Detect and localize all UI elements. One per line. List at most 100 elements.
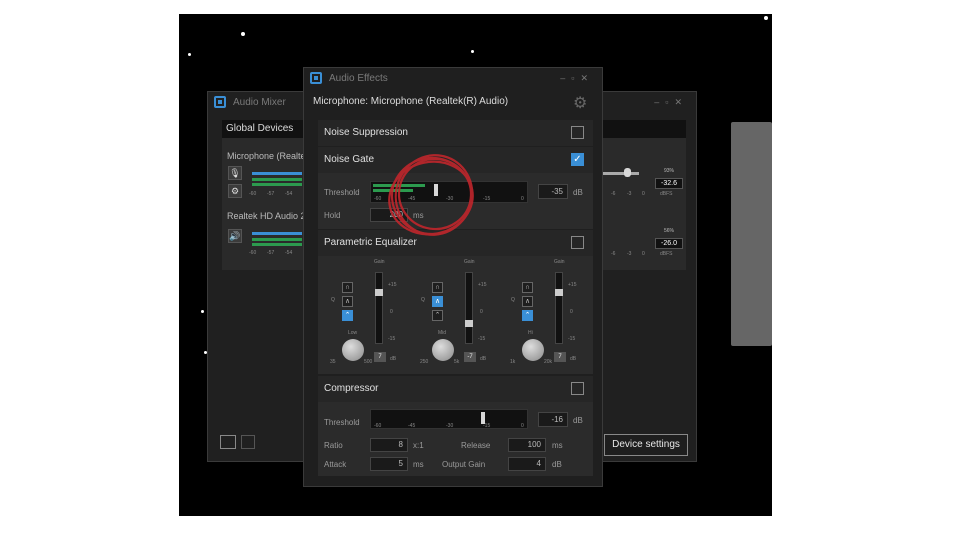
tick-label: -3 xyxy=(627,251,632,257)
list-view-icon[interactable] xyxy=(220,435,236,449)
noise-gate-checkbox[interactable]: ✓ xyxy=(571,153,584,166)
unit-label: dBFS xyxy=(660,191,673,197)
gate-threshold-input[interactable]: -35 xyxy=(538,184,568,199)
star xyxy=(188,53,191,56)
filter-type-icon[interactable]: ∧ xyxy=(432,296,443,307)
gain-slider[interactable] xyxy=(375,272,383,344)
tick-label: -60 xyxy=(374,423,382,429)
filter-type-icon[interactable]: ∧ xyxy=(522,296,533,307)
window-controls[interactable]: –▫✕ xyxy=(654,97,688,108)
gain-slider[interactable] xyxy=(465,272,473,344)
tick-label: -45 xyxy=(408,423,416,429)
level-slider[interactable] xyxy=(252,172,302,175)
gain-knob[interactable] xyxy=(555,289,563,296)
noise-suppression-header: Noise Suppression xyxy=(318,120,593,146)
tick-label: -57 xyxy=(267,250,275,256)
level-meter xyxy=(252,238,302,241)
settings-gear-icon[interactable]: ⚙ xyxy=(573,93,587,113)
filter-type-icon[interactable]: ⌃ xyxy=(522,310,533,321)
frequency-dial[interactable] xyxy=(342,339,364,361)
gain-unit: dB xyxy=(390,356,397,362)
level-meter xyxy=(252,183,302,186)
filter-type-icon[interactable]: ∧ xyxy=(342,296,353,307)
mixer-title: Audio Mixer xyxy=(233,96,286,108)
filter-type-icon[interactable]: ∩ xyxy=(432,282,443,293)
microphone-icon[interactable]: 🎙 xyxy=(228,166,242,180)
gain-min-label: -15 xyxy=(388,336,396,342)
output-gain-unit: dB xyxy=(552,460,562,469)
device-settings-button[interactable]: Device settings xyxy=(604,434,688,456)
filter-type-icon[interactable]: ⌃ xyxy=(432,310,443,321)
level-meter xyxy=(252,178,302,181)
gain-value[interactable]: -7 xyxy=(464,352,476,362)
equalizer-section: Parametric Equalizer Gain Q ∩ ∧ ⌃ +15 0 -15 Low 3… xyxy=(318,230,593,374)
window-controls[interactable]: –▫✕ xyxy=(560,73,594,84)
level-slider[interactable] xyxy=(252,232,302,235)
comp-threshold-label: Threshold xyxy=(324,418,360,427)
app-logo-icon xyxy=(214,96,226,108)
comp-threshold-input[interactable]: -16 xyxy=(538,412,568,427)
noise-suppression-label: Noise Suppression xyxy=(324,127,408,138)
speaker-icon[interactable]: 🔊 xyxy=(228,229,242,243)
tick-label: -3 xyxy=(627,191,632,197)
device-name-speakers: Realtek HD Audio 2 xyxy=(227,211,306,221)
db-readout: -26.0 xyxy=(655,238,683,249)
gain-label: Gain xyxy=(464,259,475,265)
band-name: Mid xyxy=(438,330,447,336)
volume-knob[interactable] xyxy=(624,168,631,177)
gain-min-label: -15 xyxy=(478,336,486,342)
compressor-header: Compressor xyxy=(318,376,593,402)
gain-knob[interactable] xyxy=(375,289,383,296)
filter-type-icon[interactable]: ⌃ xyxy=(342,310,353,321)
gain-value[interactable]: 7 xyxy=(554,352,566,362)
equalizer-checkbox[interactable] xyxy=(571,236,584,249)
compressor-checkbox[interactable] xyxy=(571,382,584,395)
q-label: Q xyxy=(421,297,425,303)
attack-input[interactable]: 5 xyxy=(370,457,408,471)
release-input[interactable]: 100 xyxy=(508,438,546,452)
gain-slider[interactable] xyxy=(555,272,563,344)
ratio-input[interactable]: 8 xyxy=(370,438,408,452)
tick-label: 0 xyxy=(521,196,524,202)
star xyxy=(471,50,474,53)
release-label: Release xyxy=(461,441,491,450)
noise-gate-label: Noise Gate xyxy=(324,154,375,165)
gain-max-label: +15 xyxy=(568,282,577,288)
gain-value[interactable]: 7 xyxy=(374,352,386,362)
gain-label: Gain xyxy=(554,259,565,265)
db-readout: -32.6 xyxy=(655,178,683,189)
gain-zero-label: 0 xyxy=(390,309,393,315)
grid-view-icon[interactable] xyxy=(241,435,255,449)
attack-unit: ms xyxy=(413,460,424,469)
frequency-dial[interactable] xyxy=(522,339,544,361)
output-gain-input[interactable]: 4 xyxy=(508,457,546,471)
gear-icon[interactable]: ⚙ xyxy=(228,184,242,198)
tick-label: -60 xyxy=(249,191,257,197)
gain-min-label: -15 xyxy=(568,336,576,342)
q-label: Q xyxy=(331,297,335,303)
side-panel xyxy=(731,122,772,346)
gain-label: Gain xyxy=(374,259,385,265)
frequency-dial[interactable] xyxy=(432,339,454,361)
tick-label: -60 xyxy=(249,250,257,256)
release-unit: ms xyxy=(552,441,563,450)
filter-type-icon[interactable]: ∩ xyxy=(522,282,533,293)
filter-type-icon[interactable]: ∩ xyxy=(342,282,353,293)
gain-knob[interactable] xyxy=(465,320,473,327)
tick-label: 0 xyxy=(521,423,524,429)
gain-max-label: +15 xyxy=(388,282,397,288)
freq-max-label: 500 xyxy=(364,359,373,365)
noise-suppression-checkbox[interactable] xyxy=(571,126,584,139)
tick-label: 0 xyxy=(642,251,645,257)
freq-max-label: 20k xyxy=(544,359,553,365)
noise-suppression-section: Noise Suppression xyxy=(318,120,593,146)
volume-track[interactable] xyxy=(603,172,639,175)
effects-titlebar[interactable]: Audio Effects –▫✕ xyxy=(304,68,602,88)
tick-label: 0 xyxy=(642,191,645,197)
ratio-label: Ratio xyxy=(324,441,343,450)
comp-threshold-unit: dB xyxy=(573,416,583,425)
red-circle-annotation xyxy=(388,154,474,236)
band-name: Low xyxy=(348,330,358,336)
comp-threshold-slider[interactable]: -60 -45 -30 -15 0 xyxy=(370,409,528,429)
band-name: Hi xyxy=(528,330,533,336)
